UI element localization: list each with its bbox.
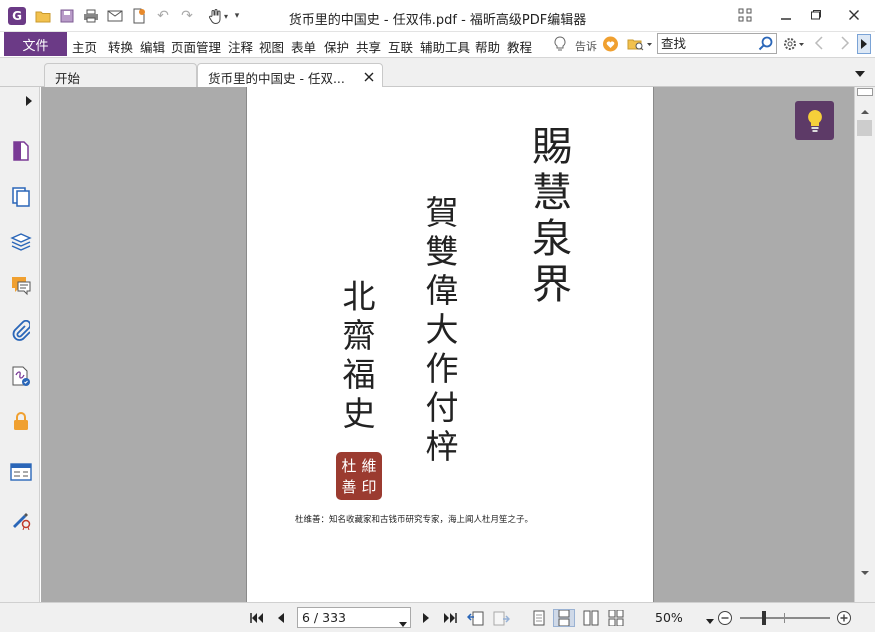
certify-icon[interactable] [8, 506, 34, 532]
next-view-icon[interactable] [492, 609, 510, 627]
split-view-handle[interactable] [857, 88, 873, 96]
layers-icon[interactable] [8, 229, 34, 255]
menu-convert[interactable]: 转换 [108, 37, 133, 56]
continuous-facing-view-icon[interactable] [607, 609, 625, 627]
continuous-view-icon[interactable] [553, 609, 575, 627]
title-bar: G ↶ ↷ ▾ ▾ 货币里的中国史 - 任双伟.pdf - 福昕高级PDF编辑器 [0, 0, 875, 32]
menu-view[interactable]: 视图 [259, 37, 284, 56]
seal-char: 杜 [341, 457, 357, 475]
pages-icon[interactable] [8, 184, 34, 210]
attachments-icon[interactable] [8, 318, 34, 344]
ribbon-menu-bar: 文件 主页 转换 编辑 页面管理 注释 视图 表单 保护 共享 互联 辅助工具 … [0, 32, 875, 58]
menu-form[interactable]: 表单 [291, 37, 316, 56]
app-logo-letter: G [12, 9, 22, 23]
calligraphy-column-2: 賀雙偉大作付梓 [420, 195, 459, 468]
minimize-button[interactable] [772, 4, 800, 26]
ribbon-expand-button[interactable] [857, 34, 871, 54]
search-icon[interactable] [758, 36, 773, 54]
previous-view-icon[interactable] [467, 609, 485, 627]
scroll-thumb[interactable] [857, 120, 872, 136]
zoom-out-icon[interactable] [716, 609, 734, 627]
new-document-icon[interactable] [130, 8, 148, 24]
status-bar: 6 / 333 50% [0, 602, 875, 632]
email-icon[interactable] [106, 8, 124, 24]
menu-help[interactable]: 帮助 [475, 37, 500, 56]
next-page-icon[interactable] [417, 609, 435, 627]
expand-panel-icon[interactable] [26, 95, 32, 109]
seal-char: 維 [361, 457, 377, 475]
page-thumbnail-icon[interactable] [8, 138, 34, 164]
menu-edit[interactable]: 编辑 [140, 37, 165, 56]
page-number-text: 6 / 333 [302, 610, 346, 625]
open-folder-icon[interactable] [34, 8, 52, 24]
zoom-level-value[interactable]: 50% [655, 610, 683, 625]
close-tab-icon[interactable] [364, 70, 374, 85]
calligraphy-column-3: 北齋福史 [337, 279, 376, 435]
search-input[interactable] [658, 34, 758, 53]
zoom-in-icon[interactable] [835, 609, 853, 627]
single-page-view-icon[interactable] [530, 609, 548, 627]
page-dropdown-icon[interactable] [399, 615, 407, 630]
zoom-slider-track[interactable] [740, 611, 830, 625]
seal-char: 印 [361, 478, 377, 496]
tell-me-label[interactable]: 告诉 [575, 38, 597, 54]
previous-page-icon[interactable] [272, 609, 290, 627]
lightbulb-icon [807, 109, 822, 132]
find-folder-icon[interactable] [627, 36, 655, 52]
menu-protect[interactable]: 保护 [324, 37, 349, 56]
tab-list-dropdown-icon[interactable] [854, 67, 866, 81]
print-icon[interactable] [82, 8, 100, 24]
redo-icon[interactable]: ↷ [178, 8, 196, 24]
tab-current-document[interactable]: 货币里的中国史 - 任双... [197, 63, 383, 87]
lightbulb-icon[interactable] [553, 36, 567, 52]
fullscreen-icon[interactable] [731, 4, 759, 26]
tips-lightbulb-button[interactable] [795, 101, 834, 140]
ribbon-scroll-right-icon[interactable] [840, 36, 852, 52]
security-lock-icon[interactable] [8, 408, 34, 434]
feedback-heart-icon[interactable] [602, 36, 620, 52]
page-caption: 杜维善：知名收藏家和古钱币研究专家，海上闻人杜月笙之子。 [295, 515, 534, 525]
menu-comment[interactable]: 注释 [228, 37, 253, 56]
undo-icon[interactable]: ↶ [154, 8, 172, 24]
save-icon[interactable] [58, 8, 76, 24]
seal-char: 善 [341, 478, 357, 496]
signature-icon[interactable] [8, 363, 34, 389]
form-fields-icon[interactable] [8, 459, 34, 485]
ribbon-scroll-left-icon[interactable] [814, 36, 826, 52]
menu-connect[interactable]: 互联 [388, 37, 413, 56]
menu-organize[interactable]: 页面管理 [171, 37, 221, 56]
zoom-slider-midmark [784, 613, 785, 623]
customize-quick-access-icon[interactable]: ▾ [232, 8, 242, 24]
menu-tutorial[interactable]: 教程 [507, 37, 532, 56]
app-logo-icon[interactable]: G [8, 7, 26, 25]
pdf-page: 賜慧泉界 賀雙偉大作付梓 北齋福史 杜 維 善 印 杜维善：知名收藏家和古钱币研… [246, 87, 654, 602]
tab-start-label: 开始 [55, 71, 81, 86]
page-number-input[interactable]: 6 / 333 [297, 607, 411, 628]
vertical-scrollbar[interactable] [854, 87, 875, 602]
tab-start[interactable]: 开始 [44, 63, 197, 87]
menu-share[interactable]: 共享 [356, 37, 381, 56]
left-navigation-panel [0, 87, 43, 602]
calligraphy-column-1: 賜慧泉界 [525, 125, 571, 309]
file-menu-button[interactable]: 文件 [4, 32, 67, 56]
hand-tool-icon[interactable]: ▾ [203, 8, 233, 24]
scroll-down-arrow-icon[interactable] [860, 565, 870, 579]
facing-view-icon[interactable] [582, 609, 600, 627]
document-viewport[interactable]: 賜慧泉界 賀雙偉大作付梓 北齋福史 杜 維 善 印 杜维善：知名收藏家和古钱币研… [41, 87, 854, 602]
search-box [657, 33, 777, 54]
settings-gear-icon[interactable] [782, 36, 808, 52]
first-page-icon[interactable] [248, 609, 266, 627]
menu-home[interactable]: 主页 [72, 37, 97, 56]
tab-document-label: 货币里的中国史 - 任双... [208, 71, 345, 86]
document-tab-bar: 开始 货币里的中国史 - 任双... [0, 58, 875, 87]
menu-accessibility[interactable]: 辅助工具 [420, 37, 470, 56]
zoom-slider-thumb[interactable] [762, 611, 766, 625]
restore-button[interactable] [802, 4, 830, 26]
last-page-icon[interactable] [441, 609, 459, 627]
close-window-button[interactable] [840, 4, 868, 26]
scroll-up-arrow-icon[interactable] [860, 104, 870, 118]
red-seal-stamp: 杜 維 善 印 [336, 452, 382, 500]
comments-icon[interactable] [8, 273, 34, 299]
zoom-dropdown-icon[interactable] [706, 613, 714, 627]
